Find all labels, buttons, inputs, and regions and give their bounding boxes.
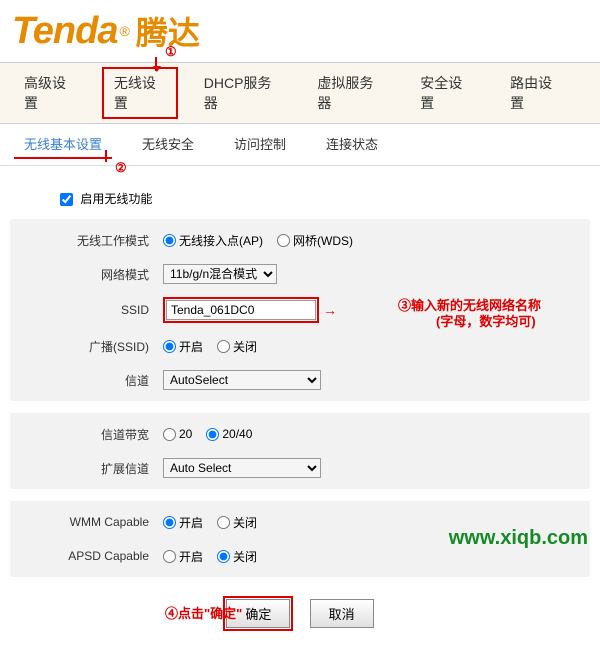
- broadcast-label: 广播(SSID): [18, 338, 163, 355]
- net-mode-select[interactable]: 11b/g/n混合模式: [163, 264, 277, 284]
- subnav-wireless-basic[interactable]: 无线基本设置: [14, 130, 112, 159]
- apsd-on-radio[interactable]: [163, 550, 176, 563]
- work-mode-ap-option[interactable]: 无线接入点(AP): [163, 232, 263, 249]
- callout-1: ①: [165, 44, 177, 60]
- ssid-highlight-box: [163, 297, 319, 323]
- nav-advanced-settings[interactable]: 高级设置: [12, 67, 88, 119]
- broadcast-value: 开启 关闭: [163, 338, 582, 355]
- apsd-value: 开启 关闭: [163, 548, 582, 565]
- callout-4: ④点击"确定": [165, 603, 242, 622]
- nav-wireless-settings[interactable]: 无线设置: [102, 67, 178, 119]
- work-mode-value: 无线接入点(AP) 网桥(WDS): [163, 232, 582, 249]
- cancel-button[interactable]: 取消: [310, 599, 374, 628]
- work-mode-ap-radio[interactable]: [163, 234, 176, 247]
- apsd-off-option[interactable]: 关闭: [217, 548, 257, 565]
- callout-3-arrow-icon: →: [323, 302, 337, 318]
- work-mode-wds-radio[interactable]: [277, 234, 290, 247]
- wmm-on-radio[interactable]: [163, 516, 176, 529]
- broadcast-off-radio[interactable]: [217, 340, 230, 353]
- bandwidth-2040-option[interactable]: 20/40: [206, 427, 252, 441]
- form-block-1: 无线工作模式 无线接入点(AP) 网桥(WDS) 网络模式 11b/g/n混合模…: [10, 219, 590, 401]
- main-nav: ① 高级设置 无线设置 DHCP服务器 虚拟服务器 安全设置 路由设置: [0, 62, 600, 124]
- ssid-value: → ③输入新的无线网络名称 (字母，数字均可): [163, 297, 582, 323]
- work-mode-wds-option[interactable]: 网桥(WDS): [277, 232, 353, 249]
- enable-wireless-label: 启用无线功能: [80, 192, 152, 206]
- bandwidth-label: 信道带宽: [18, 426, 163, 443]
- wmm-off-option[interactable]: 关闭: [217, 514, 257, 531]
- enable-wireless-checkbox[interactable]: [60, 193, 73, 206]
- broadcast-on-option[interactable]: 开启: [163, 338, 203, 355]
- logo-area: Tenda ® 腾达: [0, 0, 600, 62]
- ssid-label: SSID: [18, 303, 163, 317]
- channel-select[interactable]: AutoSelect: [163, 370, 321, 390]
- subnav-connection-status[interactable]: 连接状态: [316, 130, 388, 159]
- callout-2-arrow-line: [105, 150, 107, 162]
- broadcast-off-option[interactable]: 关闭: [217, 338, 257, 355]
- bandwidth-row: 信道带宽 20 20/40: [18, 423, 582, 445]
- ext-channel-row: 扩展信道 Auto Select: [18, 457, 582, 479]
- bandwidth-2040-radio[interactable]: [206, 428, 219, 441]
- channel-value: AutoSelect: [163, 370, 582, 390]
- ssid-row: SSID → ③输入新的无线网络名称 (字母，数字均可): [18, 297, 582, 323]
- ext-channel-select[interactable]: Auto Select: [163, 458, 321, 478]
- channel-row: 信道 AutoSelect: [18, 369, 582, 391]
- wmm-label: WMM Capable: [18, 515, 163, 529]
- logo-registered-icon: ®: [120, 23, 130, 39]
- ext-channel-value: Auto Select: [163, 458, 582, 478]
- nav-dhcp-server[interactable]: DHCP服务器: [192, 67, 292, 119]
- bandwidth-value: 20 20/40: [163, 427, 582, 441]
- wmm-on-option[interactable]: 开启: [163, 514, 203, 531]
- nav-routing-settings[interactable]: 路由设置: [498, 67, 574, 119]
- apsd-off-radio[interactable]: [217, 550, 230, 563]
- work-mode-row: 无线工作模式 无线接入点(AP) 网桥(WDS): [18, 229, 582, 251]
- sub-nav: 无线基本设置 无线安全 访问控制 连接状态 ②: [0, 124, 600, 166]
- callout-3-sub: (字母，数字均可): [436, 311, 536, 330]
- content-area: 启用无线功能 无线工作模式 无线接入点(AP) 网桥(WDS) 网络模式 11b…: [0, 166, 600, 648]
- watermark: www.xiqb.com: [449, 527, 588, 550]
- net-mode-label: 网络模式: [18, 266, 163, 283]
- broadcast-row: 广播(SSID) 开启 关闭: [18, 335, 582, 357]
- apsd-on-option[interactable]: 开启: [163, 548, 203, 565]
- net-mode-row: 网络模式 11b/g/n混合模式: [18, 263, 582, 285]
- subnav-access-control[interactable]: 访问控制: [224, 130, 296, 159]
- nav-security-settings[interactable]: 安全设置: [408, 67, 484, 119]
- broadcast-on-radio[interactable]: [163, 340, 176, 353]
- work-mode-label: 无线工作模式: [18, 232, 163, 249]
- callout-2: ②: [115, 160, 127, 176]
- form-block-2: 信道带宽 20 20/40 扩展信道 Auto Select: [10, 413, 590, 489]
- button-row: ④点击"确定" 确定 取消: [10, 589, 590, 638]
- subnav-wireless-security[interactable]: 无线安全: [132, 130, 204, 159]
- channel-label: 信道: [18, 372, 163, 389]
- wmm-off-radio[interactable]: [217, 516, 230, 529]
- nav-virtual-server[interactable]: 虚拟服务器: [305, 67, 394, 119]
- ext-channel-label: 扩展信道: [18, 460, 163, 477]
- bandwidth-20-option[interactable]: 20: [163, 427, 192, 441]
- ssid-input[interactable]: [166, 300, 316, 320]
- apsd-label: APSD Capable: [18, 549, 163, 563]
- enable-wireless-row: 启用无线功能: [60, 190, 590, 207]
- bandwidth-20-radio[interactable]: [163, 428, 176, 441]
- net-mode-value: 11b/g/n混合模式: [163, 264, 582, 284]
- logo-brand: Tenda: [12, 10, 118, 53]
